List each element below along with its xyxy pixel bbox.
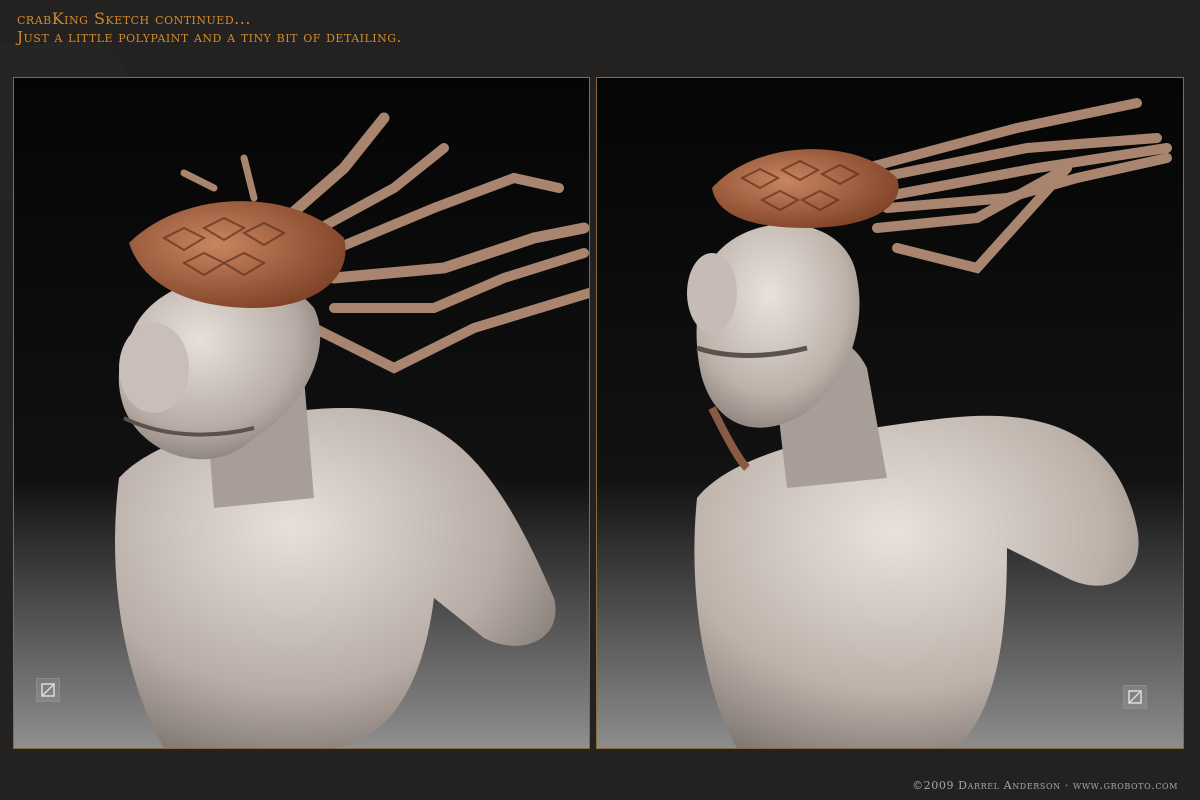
copyright-credit: ©2009 Darrel Anderson · www.groboto.com	[912, 779, 1178, 792]
page-title: crabKing Sketch continued...	[17, 9, 251, 28]
header: crabKing Sketch continued... Just a litt…	[17, 9, 402, 47]
sculpt-logo-icon	[36, 678, 60, 702]
render-panel-left	[13, 77, 590, 749]
sculpt-render-right	[597, 78, 1183, 748]
sculpt-logo-icon	[1123, 685, 1147, 709]
sculpt-render-left	[14, 78, 589, 748]
render-panel-right	[596, 77, 1184, 749]
page-subtitle: Just a little polypaint and a tiny bit o…	[17, 28, 402, 46]
